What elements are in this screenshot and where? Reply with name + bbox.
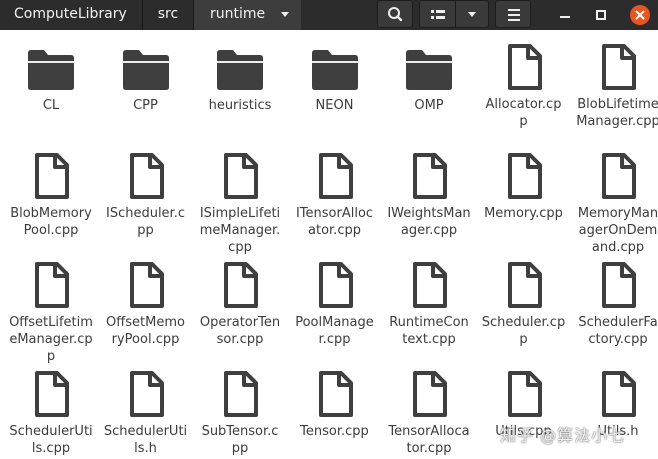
- file-icon: [413, 153, 447, 199]
- button-divider: [455, 1, 456, 27]
- file-item[interactable]: ITensorAllocator.cpp: [287, 153, 383, 239]
- close-icon[interactable]: [629, 4, 651, 26]
- breadcrumb-runtime-label: runtime: [210, 6, 266, 22]
- file-item[interactable]: SchedulerUtils.h: [98, 371, 194, 457]
- file-icon: [507, 153, 542, 199]
- file-icon: [129, 153, 164, 199]
- item-label: MemoryManagerOnDemand.cpp: [577, 206, 658, 255]
- item-label: OperatorTensor.cpp: [199, 315, 281, 347]
- folder-item[interactable]: CL: [3, 47, 99, 114]
- breadcrumb-computelibrary[interactable]: ComputeLibrary: [0, 0, 156, 30]
- item-label: TensorAllocator.cpp: [388, 424, 470, 456]
- item-label: IScheduler.cpp: [105, 206, 185, 238]
- file-icon: [224, 371, 258, 417]
- file-icon: [602, 153, 636, 199]
- view-list-icon: [431, 10, 445, 19]
- minimize-icon[interactable]: [555, 5, 575, 25]
- maximize-icon[interactable]: [591, 5, 611, 25]
- file-icon: [224, 262, 258, 308]
- search-icon: [388, 7, 403, 22]
- item-label: ISimpleLifetimeManager.cpp: [199, 206, 281, 255]
- item-label: BlobLifetimeManager.cpp: [576, 97, 658, 129]
- breadcrumb-src[interactable]: src: [143, 0, 193, 30]
- file-item[interactable]: Tensor.cpp: [287, 371, 383, 440]
- item-label: CPP: [133, 98, 158, 113]
- folder-icon: [311, 50, 358, 90]
- file-icon: [318, 371, 353, 417]
- file-item[interactable]: Allocator.cpp: [476, 44, 572, 130]
- item-label: SchedulerFactory.cpp: [578, 315, 658, 347]
- file-item[interactable]: OffsetLifetimeManager.cpp: [3, 262, 99, 365]
- item-label: RuntimeContext.cpp: [389, 315, 469, 347]
- file-item[interactable]: MemoryManagerOnDemand.cpp: [570, 153, 658, 256]
- file-item[interactable]: PoolManager.cpp: [287, 262, 383, 348]
- chevron-down-icon: [281, 12, 289, 17]
- item-label: Allocator.cpp: [485, 97, 562, 129]
- file-item[interactable]: ISimpleLifetimeManager.cpp: [192, 153, 288, 256]
- file-icon: [224, 153, 258, 199]
- file-item[interactable]: RuntimeContext.cpp: [381, 262, 477, 348]
- folder-item[interactable]: NEON: [287, 47, 383, 114]
- folder-icon: [406, 50, 452, 90]
- search-button[interactable]: [377, 0, 413, 28]
- item-label: Scheduler.cpp: [481, 315, 566, 347]
- item-label: PoolManager.cpp: [295, 315, 374, 347]
- file-icon: [35, 153, 69, 199]
- item-label: CL: [42, 98, 60, 113]
- file-item[interactable]: BlobMemoryPool.cpp: [3, 153, 99, 239]
- item-label: heuristics: [208, 98, 272, 113]
- file-icon: [507, 44, 542, 90]
- item-label: ITensorAllocator.cpp: [295, 206, 374, 238]
- item-label: Memory.cpp: [484, 206, 563, 221]
- file-icon: [35, 262, 69, 308]
- file-icon: [507, 262, 542, 308]
- folder-icon: [122, 50, 169, 90]
- file-icon: [507, 371, 542, 417]
- hamburger-menu-icon: [508, 9, 520, 21]
- file-item[interactable]: SchedulerUtils.cpp: [3, 371, 99, 457]
- folder-item[interactable]: OMP: [381, 47, 477, 114]
- file-item[interactable]: SubTensor.cpp: [192, 371, 288, 457]
- breadcrumb-runtime[interactable]: runtime: [194, 0, 301, 30]
- file-icon: [318, 262, 353, 308]
- item-label: OffsetLifetimeManager.cpp: [9, 315, 93, 364]
- item-label: Tensor.cpp: [300, 424, 369, 439]
- folder-item[interactable]: CPP: [98, 47, 194, 114]
- file-item[interactable]: TensorAllocator.cpp: [381, 371, 477, 457]
- view-options-button[interactable]: [419, 0, 489, 28]
- item-label: IWeightsManager.cpp: [387, 206, 471, 238]
- file-item[interactable]: Memory.cpp: [476, 153, 572, 222]
- watermark-text: 知乎 @算法小七: [500, 426, 626, 445]
- header-bar: ComputeLibrary src runtime: [0, 0, 658, 30]
- chevron-down-icon[interactable]: [468, 12, 476, 17]
- file-icon: [602, 371, 636, 417]
- item-label: BlobMemoryPool.cpp: [10, 206, 92, 238]
- folder-icon: [28, 50, 74, 90]
- folder-item[interactable]: heuristics: [192, 47, 288, 114]
- file-grid: CL CPP heuristics NEON OMP Allocator.cpp BlobL…: [0, 30, 658, 459]
- file-icon: [318, 153, 353, 199]
- item-label: SchedulerUtils.h: [103, 424, 188, 456]
- item-label: NEON: [315, 98, 354, 113]
- file-icon: [602, 44, 636, 90]
- file-icon: [129, 262, 164, 308]
- item-label: SubTensor.cpp: [201, 424, 279, 456]
- file-item[interactable]: SchedulerFactory.cpp: [570, 262, 658, 348]
- file-icon: [602, 262, 636, 308]
- file-icon: [129, 371, 164, 417]
- file-item[interactable]: Scheduler.cpp: [476, 262, 572, 348]
- file-icon: [413, 371, 447, 417]
- item-label: OMP: [414, 98, 444, 113]
- file-item[interactable]: BlobLifetimeManager.cpp: [570, 44, 658, 130]
- file-item[interactable]: OperatorTensor.cpp: [192, 262, 288, 348]
- file-icon: [413, 262, 447, 308]
- file-item[interactable]: OffsetMemoryPool.cpp: [98, 262, 194, 348]
- file-item[interactable]: IWeightsManager.cpp: [381, 153, 477, 239]
- folder-icon: [217, 50, 263, 90]
- item-label: SchedulerUtils.cpp: [9, 424, 93, 456]
- file-icon: [35, 371, 69, 417]
- menu-button[interactable]: [495, 0, 531, 28]
- item-label: OffsetMemoryPool.cpp: [106, 315, 185, 347]
- file-item[interactable]: IScheduler.cpp: [98, 153, 194, 239]
